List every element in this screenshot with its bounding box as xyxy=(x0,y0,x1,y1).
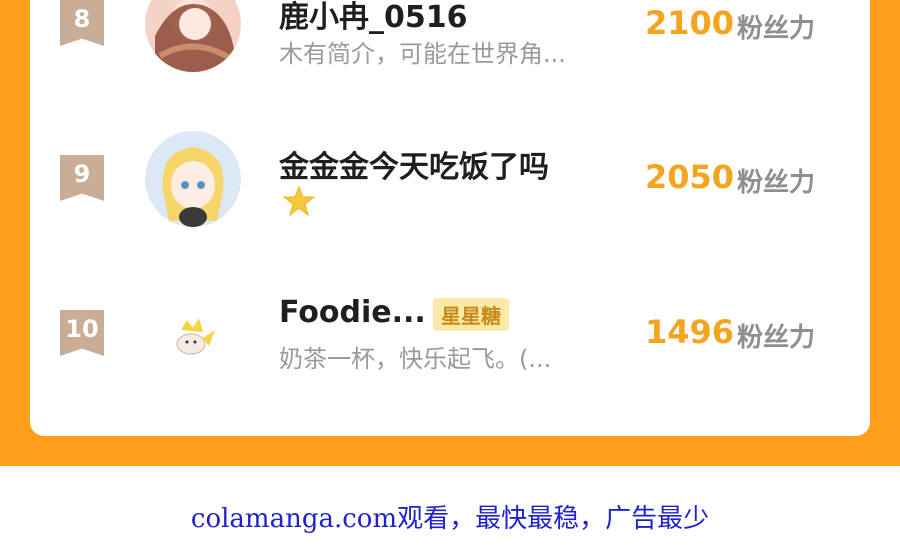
user-name[interactable]: Foodie... xyxy=(279,295,426,330)
user-name[interactable]: 鹿小冉_0516 xyxy=(279,0,468,36)
ranking-row-9[interactable]: 9 金金金今天吃饭了吗 2050 粉丝力 xyxy=(30,124,870,234)
fan-score-unit: 粉丝力 xyxy=(737,14,816,44)
user-bio: 木有简介，可能在世界角... xyxy=(279,40,566,68)
blonde-anime-girl-avatar[interactable] xyxy=(145,131,241,227)
fan-ranking-card: 8 鹿小冉_0516 木有简介，可能在世界角... 2100 粉丝力 9 金金金… xyxy=(30,0,870,436)
ranking-row-8[interactable]: 8 鹿小冉_0516 木有简介，可能在世界角... 2100 粉丝力 xyxy=(30,0,870,80)
fan-score: 2050 xyxy=(645,158,735,196)
rank-badge: 10 xyxy=(60,310,104,356)
fan-score-unit: 粉丝力 xyxy=(737,168,816,198)
fan-score: 1496 xyxy=(645,313,735,351)
rank-badge: 8 xyxy=(60,0,104,46)
pikachu-bun-avatar[interactable] xyxy=(145,286,241,382)
fan-score: 2100 xyxy=(645,4,735,42)
watermark-footer-text: colamanga.com观看，最快最稳，广告最少 xyxy=(190,504,710,534)
rank-badge: 9 xyxy=(60,155,104,201)
ranking-row-10[interactable]: 10 Foodie... 星星糖 奶茶一杯，快乐起飞。(... 1496 粉丝力 xyxy=(30,279,870,389)
title-badge: 星星糖 xyxy=(433,298,509,331)
girl-portrait-avatar[interactable] xyxy=(145,0,241,72)
user-name[interactable]: 金金金今天吃饭了吗 xyxy=(279,142,549,186)
fan-score-unit: 粉丝力 xyxy=(737,323,816,353)
user-bio: 奶茶一杯，快乐起飞。(... xyxy=(279,345,552,373)
star-icon xyxy=(283,185,315,217)
